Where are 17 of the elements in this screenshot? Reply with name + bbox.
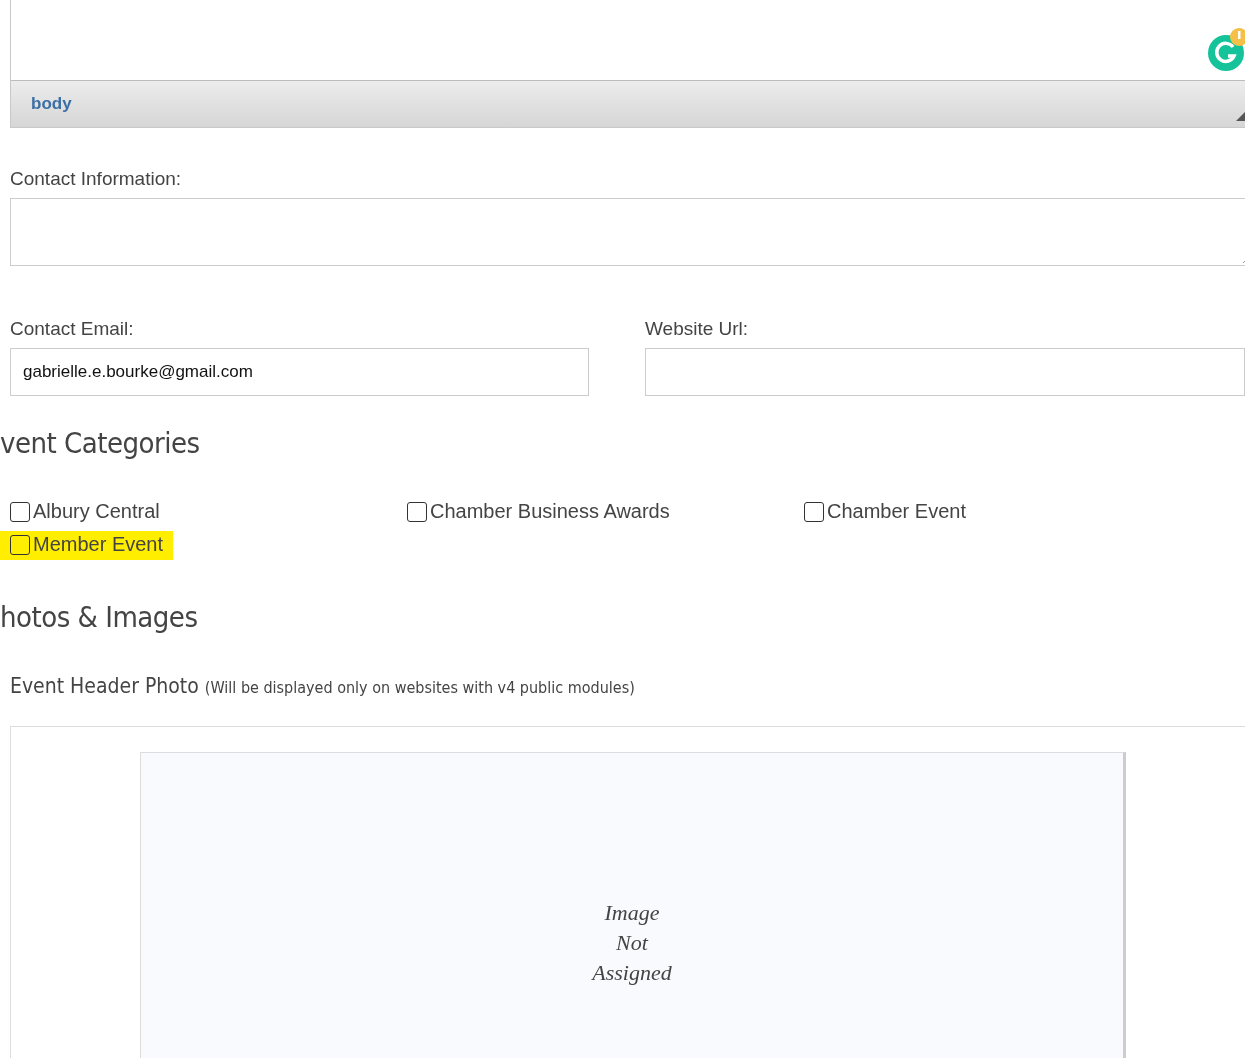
category-checkbox[interactable]: Chamber Event <box>804 498 966 525</box>
field-label: Website Url: <box>645 318 750 340</box>
contact-email-field[interactable]: gabrielle.e.bourke@gmail.com <box>10 348 589 396</box>
grammarly-icon[interactable] <box>1206 25 1245 73</box>
editor-area[interactable]: body <box>10 0 1245 128</box>
category-checkbox[interactable]: Albury Central <box>10 498 160 525</box>
field-label: Contact Information: <box>10 168 183 190</box>
section-heading: vent Categories <box>0 426 201 460</box>
category-checkbox[interactable]: Chamber Business Awards <box>407 498 670 525</box>
category-checkbox[interactable]: Member Event <box>0 531 174 560</box>
image-not-assigned-text: Image Not Assigned <box>592 899 672 987</box>
section-heading: hotos & Images <box>0 600 199 634</box>
contact-information-field[interactable] <box>10 198 1245 266</box>
website-url-field[interactable] <box>645 348 1245 396</box>
photo-field-label: Event Header Photo (Will be displayed only on websites with v4 public modules) <box>10 674 636 698</box>
element-path[interactable]: body <box>31 94 72 115</box>
field-label: Contact Email: <box>10 318 135 340</box>
